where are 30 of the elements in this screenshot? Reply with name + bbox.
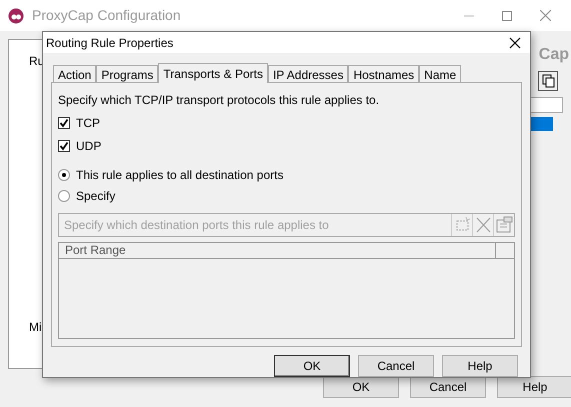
column-header[interactable]: Port Range <box>59 243 496 258</box>
dialog-button[interactable]: Help <box>442 355 518 377</box>
list-header <box>529 97 563 113</box>
checkbox[interactable] <box>58 140 70 152</box>
radio-label: This rule applies to all destination ports <box>76 167 284 184</box>
window-title: ProxyCap Configuration <box>32 6 181 25</box>
checkbox-label: TCP <box>76 115 100 132</box>
tab[interactable]: Programs <box>96 65 158 82</box>
tab[interactable]: Name <box>419 65 462 82</box>
radio-button[interactable] <box>58 190 70 202</box>
dialog-button[interactable]: OK <box>323 376 399 398</box>
tab[interactable]: Action <box>53 65 96 82</box>
close-icon[interactable] <box>509 36 521 48</box>
dialog-title: Routing Rule Properties <box>46 34 174 52</box>
dialog-button[interactable]: Help <box>497 376 571 398</box>
checkbox-label: UDP <box>76 138 102 155</box>
tab[interactable]: Transports & Ports <box>158 63 268 83</box>
tab[interactable]: IP Addresses <box>268 65 348 82</box>
dialog-button[interactable]: Cancel <box>358 355 434 377</box>
logo-text: Cap <box>538 45 569 65</box>
tab[interactable]: Hostnames <box>348 65 420 82</box>
checkbox[interactable] <box>58 117 70 129</box>
radio-button[interactable] <box>58 169 70 181</box>
maximize-icon[interactable] <box>502 10 512 20</box>
dialog-button[interactable]: OK <box>274 355 350 377</box>
app-logo-icon <box>8 8 24 24</box>
protocols-label: Specify which TCP/IP transport protocols this rule applies to. <box>58 92 380 109</box>
copy-icon[interactable] <box>538 71 558 91</box>
radio-label: Specify <box>76 188 116 205</box>
dialog-button[interactable]: Cancel <box>410 376 486 398</box>
